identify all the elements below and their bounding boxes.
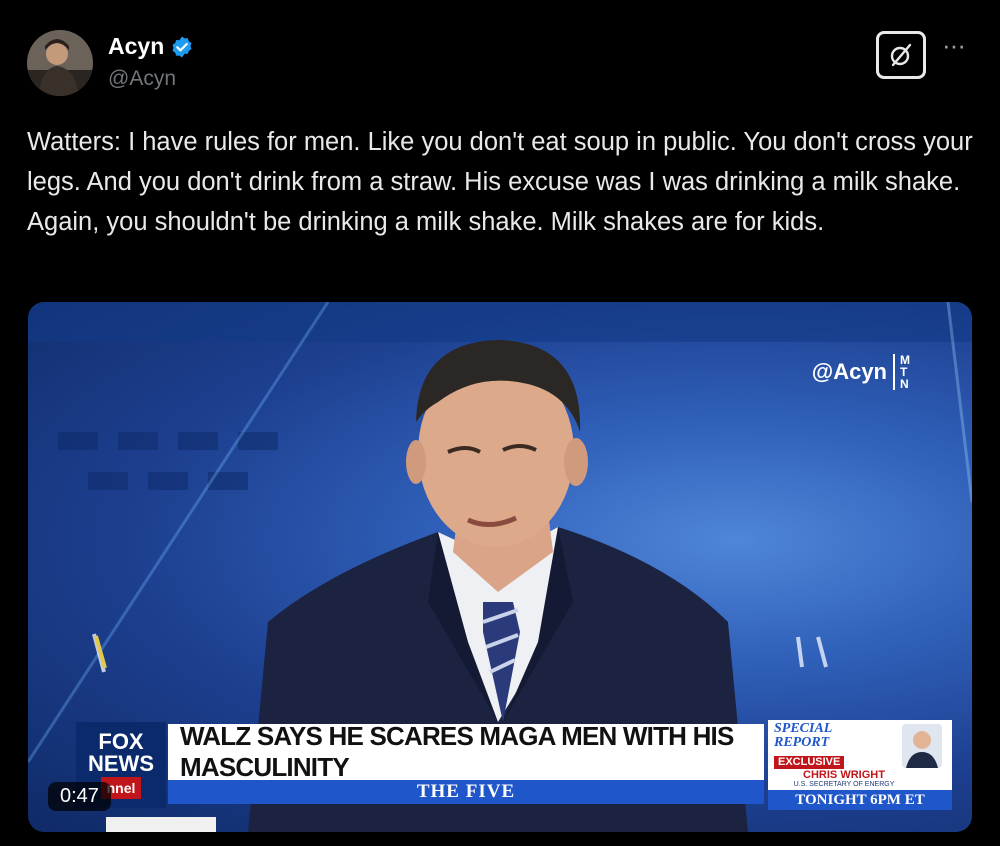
- mtn-logo: M T N: [893, 354, 910, 390]
- video-player[interactable]: @Acyn M T N FOX NEWS nnel WALZ SAYS HE S…: [28, 302, 972, 832]
- news-chyron: FOX NEWS nnel WALZ SAYS HE SCARES MAGA M…: [72, 720, 952, 812]
- guest-title: U.S. SECRETARY OF ENERGY: [793, 781, 895, 788]
- logo-line: NEWS: [88, 751, 154, 776]
- special-report-promo: SPECIAL REPORT EXCLUSIVE CHRIS WRIGHT U.…: [768, 720, 952, 810]
- guest-headshot: [902, 724, 942, 768]
- guest-name: CHRIS WRIGHT: [803, 769, 885, 781]
- special-line: SPECIAL: [774, 721, 833, 736]
- author-handle[interactable]: @Acyn: [108, 67, 176, 91]
- post-text: Watters: I have rules for men. Like you …: [27, 128, 973, 236]
- author-display-name[interactable]: Acyn: [108, 33, 164, 60]
- exclusive-badge: EXCLUSIVE: [774, 756, 845, 769]
- promo-airtime: TONIGHT 6PM ET: [768, 790, 952, 810]
- chyron-headline: WALZ SAYS HE SCARES MAGA MEN WITH HIS MA…: [168, 721, 764, 782]
- verified-badge-icon: [170, 35, 194, 59]
- special-line: REPORT: [774, 735, 830, 750]
- avatar-image: [27, 30, 93, 96]
- video-watermark: @Acyn M T N: [812, 354, 910, 390]
- grok-icon: [890, 43, 912, 67]
- more-options-icon[interactable]: ···: [942, 30, 966, 61]
- logo-line: FOX: [98, 729, 144, 754]
- video-duration-badge: 0:47: [48, 782, 111, 811]
- special-report-label: SPECIAL REPORT: [774, 722, 846, 750]
- show-name: THE FIVE: [168, 780, 764, 804]
- author-avatar[interactable]: [27, 30, 93, 96]
- watermark-handle: @Acyn: [811, 359, 887, 384]
- grok-button[interactable]: [876, 31, 926, 79]
- mtn-letter: N: [900, 377, 909, 391]
